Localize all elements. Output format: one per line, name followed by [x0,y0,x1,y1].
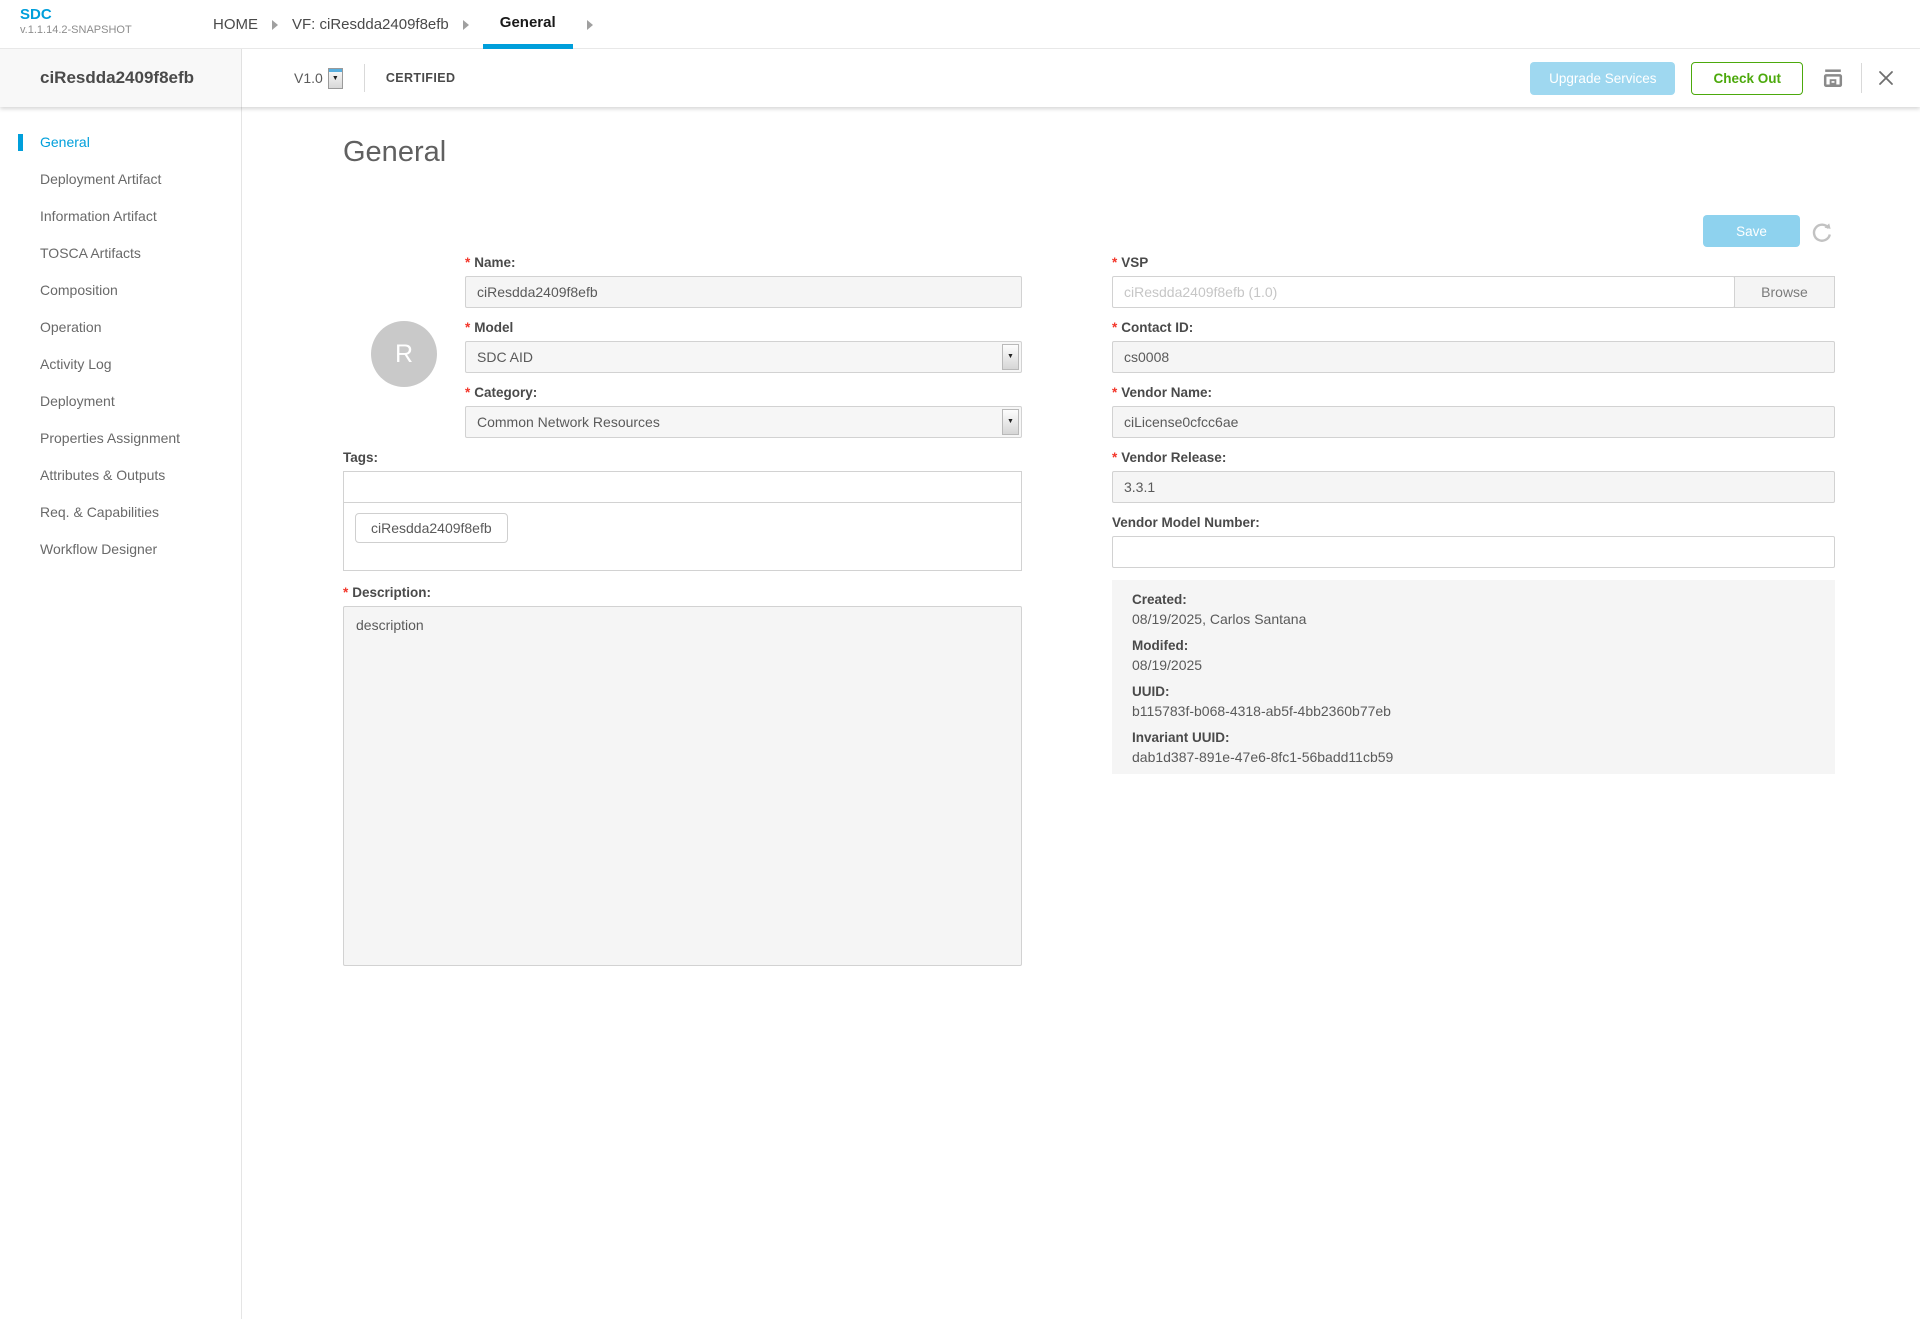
sidebar-item-information-artifact[interactable]: Information Artifact [0,198,241,235]
required-star: * [1112,255,1117,270]
required-star: * [1112,320,1117,335]
vsp-label: *VSP [1112,255,1835,270]
required-star: * [343,585,348,600]
breadcrumb-general[interactable]: General [483,0,573,49]
name-field-group: *Name: [465,255,1022,308]
breadcrumb-vf[interactable]: VF: ciResdda2409f8efb [292,16,449,33]
entity-header: ciResdda2409f8efb V1.0 CERTIFIED Upgrade… [0,49,1920,107]
model-field-group: *Model SDC AID [465,320,1022,373]
sidebar-item-deployment[interactable]: Deployment [0,383,241,420]
lifecycle-state-badge: CERTIFIED [386,71,456,85]
name-label: *Name: [465,255,1022,270]
sidebar-item-req-capabilities[interactable]: Req. & Capabilities [0,494,241,531]
chevron-down-icon[interactable] [1002,409,1019,435]
breadcrumb-arrow-icon [463,20,469,30]
sdc-logo[interactable]: SDC v.1.1.14.2-SNAPSHOT [20,6,132,37]
metadata-box: Created: 08/19/2025, Carlos Santana Modi… [1112,580,1835,774]
breadcrumb-arrow-icon [587,20,593,30]
top-nav: SDC v.1.1.14.2-SNAPSHOT HOME VF: ciResdd… [0,0,1920,49]
invariant-uuid-value: dab1d387-891e-47e6-8fc1-56badd11cb59 [1132,749,1815,765]
sidebar-item-attributes-outputs[interactable]: Attributes & Outputs [0,457,241,494]
page-title: General [343,132,446,172]
chevron-down-icon[interactable] [1002,344,1019,370]
refresh-icon[interactable] [1810,220,1834,244]
sidebar-item-general[interactable]: General [0,124,241,161]
version-select[interactable] [328,68,343,89]
required-star: * [465,385,470,400]
sidebar-item-operation[interactable]: Operation [0,309,241,346]
description-label: *Description: [343,585,1022,600]
check-out-button[interactable]: Check Out [1691,62,1803,95]
breadcrumb: HOME VF: ciResdda2409f8efb General [213,0,607,49]
sidebar-item-activity-log[interactable]: Activity Log [0,346,241,383]
breadcrumb-arrow-icon [272,20,278,30]
category-field-group: *Category: Common Network Resources [465,385,1022,438]
tags-box: ciResdda2409f8efb [343,471,1022,571]
modified-value: 08/19/2025 [1132,657,1815,673]
sidebar-item-properties-assignment[interactable]: Properties Assignment [0,420,241,457]
save-button[interactable]: Save [1703,215,1800,247]
category-select-value: Common Network Resources [477,414,660,430]
upgrade-services-button[interactable]: Upgrade Services [1530,62,1675,95]
model-select-value: SDC AID [477,349,533,365]
vendor-model-number-field-group: Vendor Model Number: [1112,515,1835,568]
sidebar: General Deployment Artifact Information … [0,107,242,1319]
close-icon[interactable] [1877,69,1895,87]
required-star: * [1112,385,1117,400]
tags-chip-area: ciResdda2409f8efb [344,503,1021,570]
vsp-field-group: *VSP Browse [1112,255,1835,308]
vsp-row: Browse [1112,276,1835,308]
uuid-value: b115783f-b068-4318-ab5f-4bb2360b77eb [1132,703,1815,719]
model-label: *Model [465,320,1022,335]
description-textarea[interactable]: description [343,606,1022,966]
tags-label: Tags: [343,450,1022,465]
sidebar-item-deployment-artifact[interactable]: Deployment Artifact [0,161,241,198]
main-content: General Save R *Name: *Model SDC AID *Ca… [242,107,1920,1319]
vendor-name-input[interactable] [1112,406,1835,438]
created-label: Created: [1132,592,1815,607]
tag-chip[interactable]: ciResdda2409f8efb [355,513,508,543]
breadcrumb-home[interactable]: HOME [213,16,258,33]
vendor-name-field-group: *Vendor Name: [1112,385,1835,438]
tags-input[interactable] [344,472,1021,503]
category-select[interactable]: Common Network Resources [465,406,1022,438]
required-star: * [1112,450,1117,465]
category-label: *Category: [465,385,1022,400]
version-label: V1.0 [294,70,323,86]
required-star: * [465,255,470,270]
vendor-model-number-input[interactable] [1112,536,1835,568]
model-select[interactable]: SDC AID [465,341,1022,373]
uuid-label: UUID: [1132,684,1815,699]
sidebar-item-workflow-designer[interactable]: Workflow Designer [0,531,241,568]
browse-button[interactable]: Browse [1734,276,1835,308]
created-value: 08/19/2025, Carlos Santana [1132,611,1815,627]
vendor-model-number-label: Vendor Model Number: [1112,515,1835,530]
contact-id-input[interactable] [1112,341,1835,373]
contact-id-field-group: *Contact ID: [1112,320,1835,373]
brand-version: v.1.1.14.2-SNAPSHOT [20,24,132,37]
name-input[interactable] [465,276,1022,308]
vsp-input[interactable] [1112,276,1735,308]
tags-field-group: Tags: ciResdda2409f8efb [343,450,1022,571]
vendor-release-field-group: *Vendor Release: [1112,450,1835,503]
entity-name: ciResdda2409f8efb [0,49,242,107]
description-field-group: *Description: description [343,585,1022,971]
vendor-release-input[interactable] [1112,471,1835,503]
sidebar-item-tosca-artifacts[interactable]: TOSCA Artifacts [0,235,241,272]
divider [1861,63,1862,93]
divider [364,64,365,92]
contact-id-label: *Contact ID: [1112,320,1835,335]
avatar: R [371,321,437,387]
required-star: * [465,320,470,335]
print-icon[interactable] [1820,66,1846,91]
vendor-release-label: *Vendor Release: [1112,450,1835,465]
modified-label: Modifed: [1132,638,1815,653]
entity-header-right: V1.0 CERTIFIED Upgrade Services Check Ou… [242,49,1920,107]
brand-title: SDC [20,6,132,24]
sidebar-item-composition[interactable]: Composition [0,272,241,309]
vendor-name-label: *Vendor Name: [1112,385,1835,400]
invariant-uuid-label: Invariant UUID: [1132,730,1815,745]
